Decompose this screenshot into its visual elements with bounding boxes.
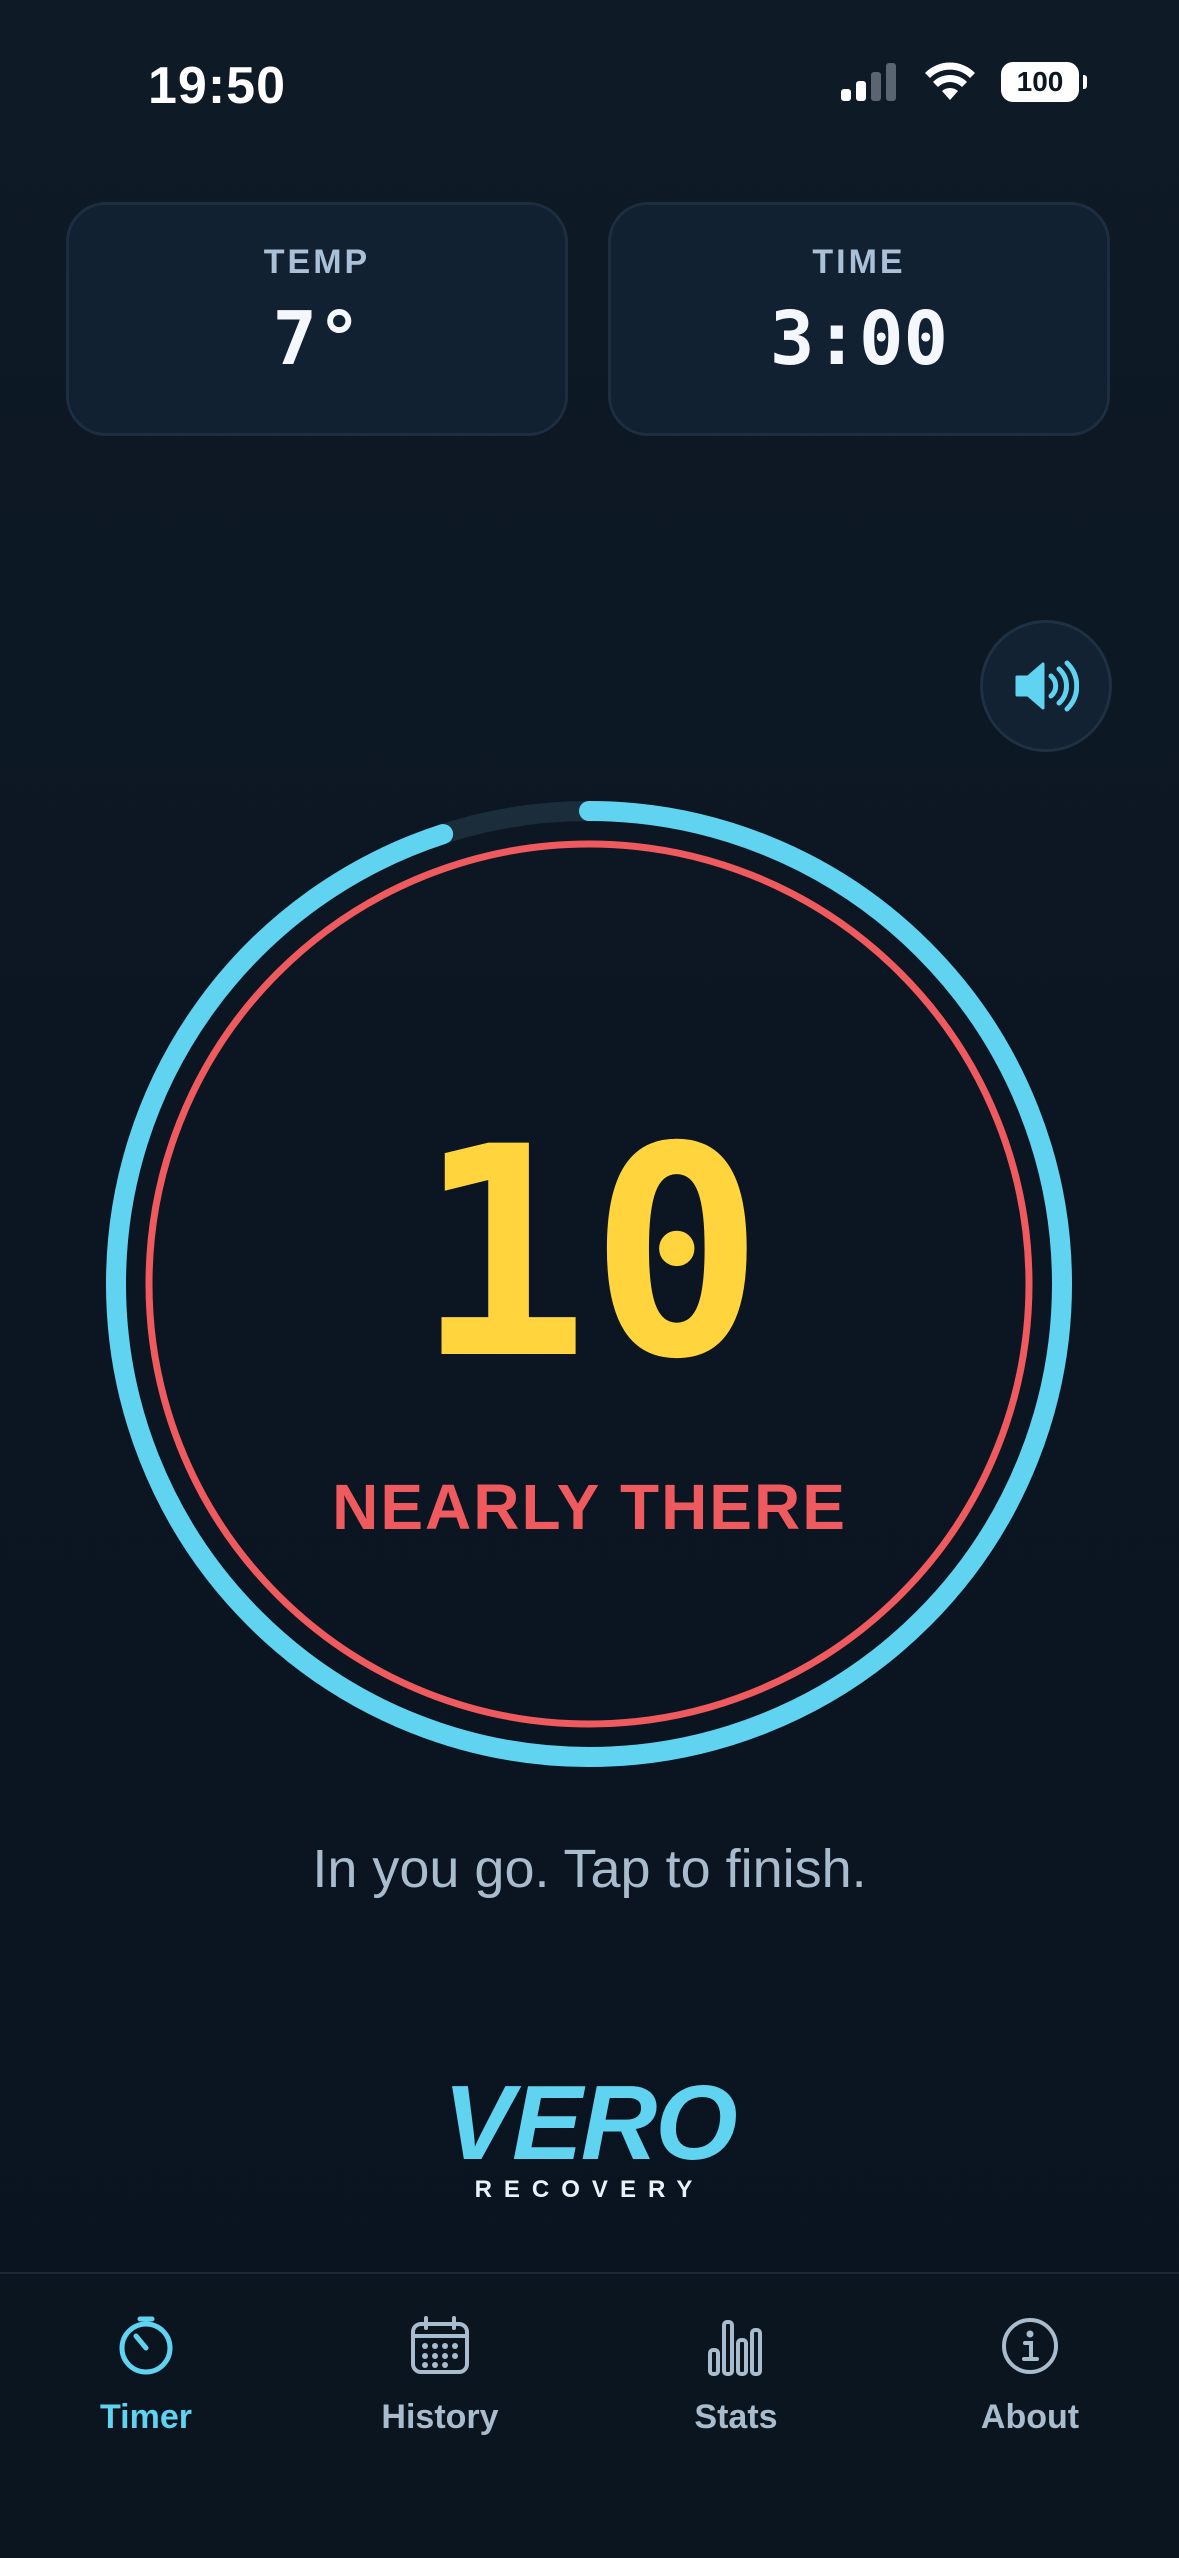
tab-about-label: About <box>980 2398 1080 2436</box>
tab-history-label: History <box>381 2398 499 2436</box>
phase-label: NEARLY THERE <box>332 1471 847 1543</box>
finish-hint[interactable]: In you go. Tap to finish. <box>0 1838 1179 1900</box>
calendar-icon <box>411 2316 469 2374</box>
logo-wordmark: VERO <box>443 2064 737 2182</box>
timer-icon <box>119 2316 173 2375</box>
tab-bar: Timer History Stats About <box>0 2272 1179 2558</box>
tab-timer-label: Timer <box>100 2398 192 2436</box>
tab-history[interactable]: History <box>340 2314 540 2437</box>
countdown-number: 10 <box>414 1086 765 1423</box>
info-icon <box>1002 2318 1058 2374</box>
tab-stats[interactable]: Stats <box>636 2314 836 2437</box>
logo-subtitle: RECOVERY <box>474 2176 705 2203</box>
tab-stats-label: Stats <box>694 2398 778 2436</box>
vero-logo: VERO RECOVERY <box>0 2070 1179 2204</box>
bar-chart-icon <box>708 2320 762 2376</box>
tab-about[interactable]: About <box>930 2314 1130 2437</box>
tab-timer[interactable]: Timer <box>46 2314 246 2437</box>
